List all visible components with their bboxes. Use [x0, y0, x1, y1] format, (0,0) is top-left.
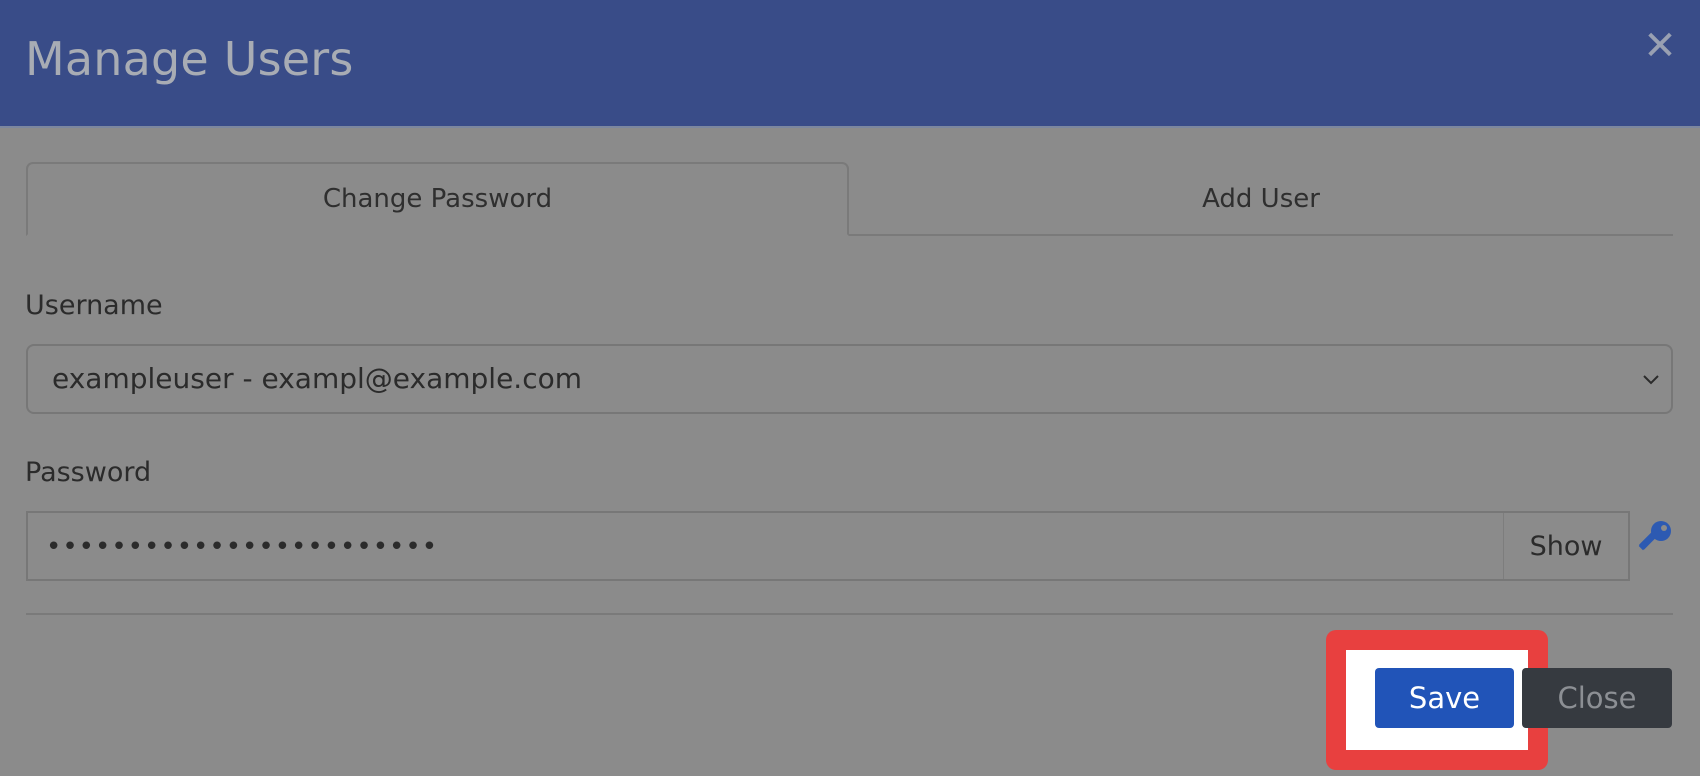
save-button[interactable]: Save — [1375, 668, 1514, 728]
username-select-value: exampleuser - exampl@example.com — [52, 362, 583, 395]
modal-header: Manage Users ✕ — [0, 0, 1700, 128]
close-button[interactable]: Close — [1522, 668, 1672, 728]
tab-bar: Change Password Add User — [26, 162, 1673, 236]
password-label: Password — [25, 457, 152, 488]
footer-divider — [26, 613, 1673, 615]
tab-add-user[interactable]: Add User — [849, 162, 1673, 236]
password-input[interactable]: •••••••••••••••••••••••• — [46, 529, 1496, 565]
key-icon[interactable] — [1634, 518, 1674, 558]
close-icon[interactable]: ✕ — [1640, 24, 1680, 68]
username-label: Username — [25, 290, 163, 321]
show-password-button[interactable]: Show — [1503, 513, 1628, 579]
modal-title: Manage Users — [25, 32, 354, 86]
tab-change-password[interactable]: Change Password — [26, 162, 849, 236]
username-select[interactable]: exampleuser - exampl@example.com — [26, 344, 1673, 414]
password-input-group: •••••••••••••••••••••••• Show — [26, 511, 1630, 581]
chevron-down-icon — [1643, 375, 1659, 385]
